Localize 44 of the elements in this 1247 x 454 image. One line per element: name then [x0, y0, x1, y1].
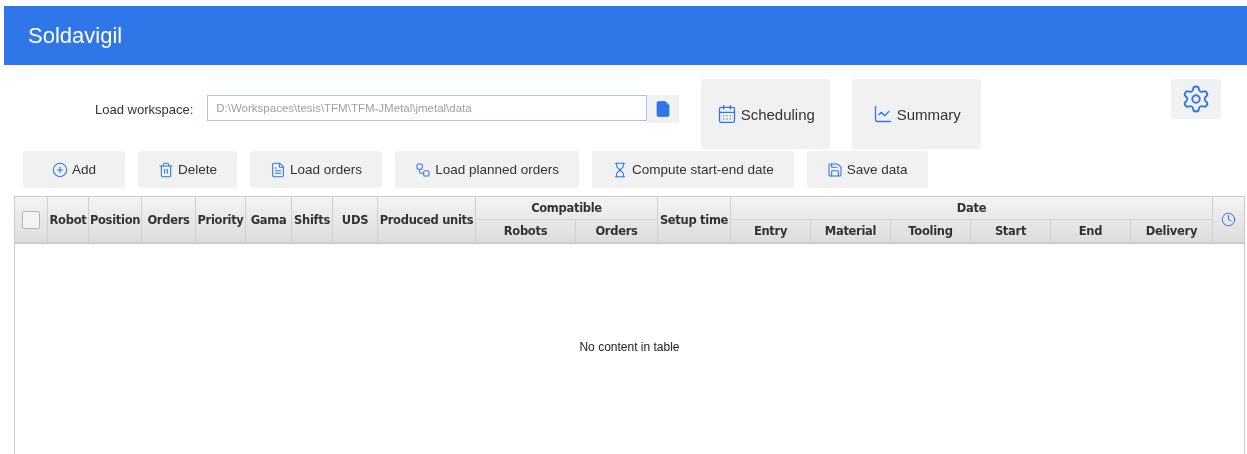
- toolbar-button[interactable]: Add: [23, 151, 126, 188]
- column-header[interactable]: Gama: [250, 212, 287, 227]
- clock-icon[interactable]: [1221, 212, 1236, 227]
- column-header[interactable]: Start: [994, 224, 1027, 238]
- trash-icon: [158, 161, 175, 178]
- column-header[interactable]: Robots: [503, 224, 548, 238]
- plus-icon: [52, 161, 68, 178]
- column-header[interactable]: Produced units: [379, 212, 474, 227]
- column-header[interactable]: Robot: [49, 212, 87, 227]
- column-group-header: Date: [956, 201, 987, 215]
- column-header[interactable]: UDS: [341, 212, 369, 227]
- field-label: Load workspace:: [95, 102, 194, 117]
- workflow-icon: [415, 161, 432, 178]
- toolbar-button[interactable]: Save data: [806, 151, 928, 188]
- file-icon: [654, 100, 673, 118]
- settings-icon: [1181, 84, 1211, 114]
- column-group-header: Compatible: [531, 201, 602, 215]
- column-header[interactable]: Material: [824, 224, 877, 238]
- nav-button[interactable]: Summary: [852, 79, 982, 149]
- column-header[interactable]: Delivery: [1145, 224, 1198, 238]
- chart-icon: [872, 104, 893, 124]
- column-header[interactable]: Priority: [197, 212, 244, 227]
- column-header[interactable]: Position: [89, 212, 141, 227]
- column-header[interactable]: Tooling: [908, 224, 953, 238]
- toolbar-button[interactable]: Load planned orders: [395, 151, 579, 188]
- calendar-icon: [716, 104, 737, 124]
- browse-button[interactable]: [647, 95, 680, 123]
- toolbar-button[interactable]: Load orders: [250, 151, 383, 188]
- column-header[interactable]: Orders: [595, 224, 638, 238]
- settings-button[interactable]: [1171, 79, 1221, 119]
- hourglass-icon: [612, 161, 628, 178]
- column-header[interactable]: End: [1078, 224, 1103, 238]
- document-icon: [270, 161, 287, 178]
- column-header[interactable]: Shifts: [294, 212, 330, 227]
- column-header[interactable]: Entry: [753, 224, 788, 238]
- app-title: Soldavigil: [28, 22, 123, 49]
- save-icon: [826, 161, 843, 178]
- column-header[interactable]: Setup time: [659, 212, 729, 227]
- select-all-checkbox[interactable]: [22, 210, 40, 229]
- nav-button[interactable]: Scheduling: [701, 79, 831, 149]
- empty-message: No content in table: [579, 340, 680, 354]
- toolbar-button[interactable]: Compute start-end date: [592, 151, 794, 188]
- toolbar-button[interactable]: Delete: [138, 151, 238, 188]
- column-header[interactable]: Orders: [147, 212, 190, 227]
